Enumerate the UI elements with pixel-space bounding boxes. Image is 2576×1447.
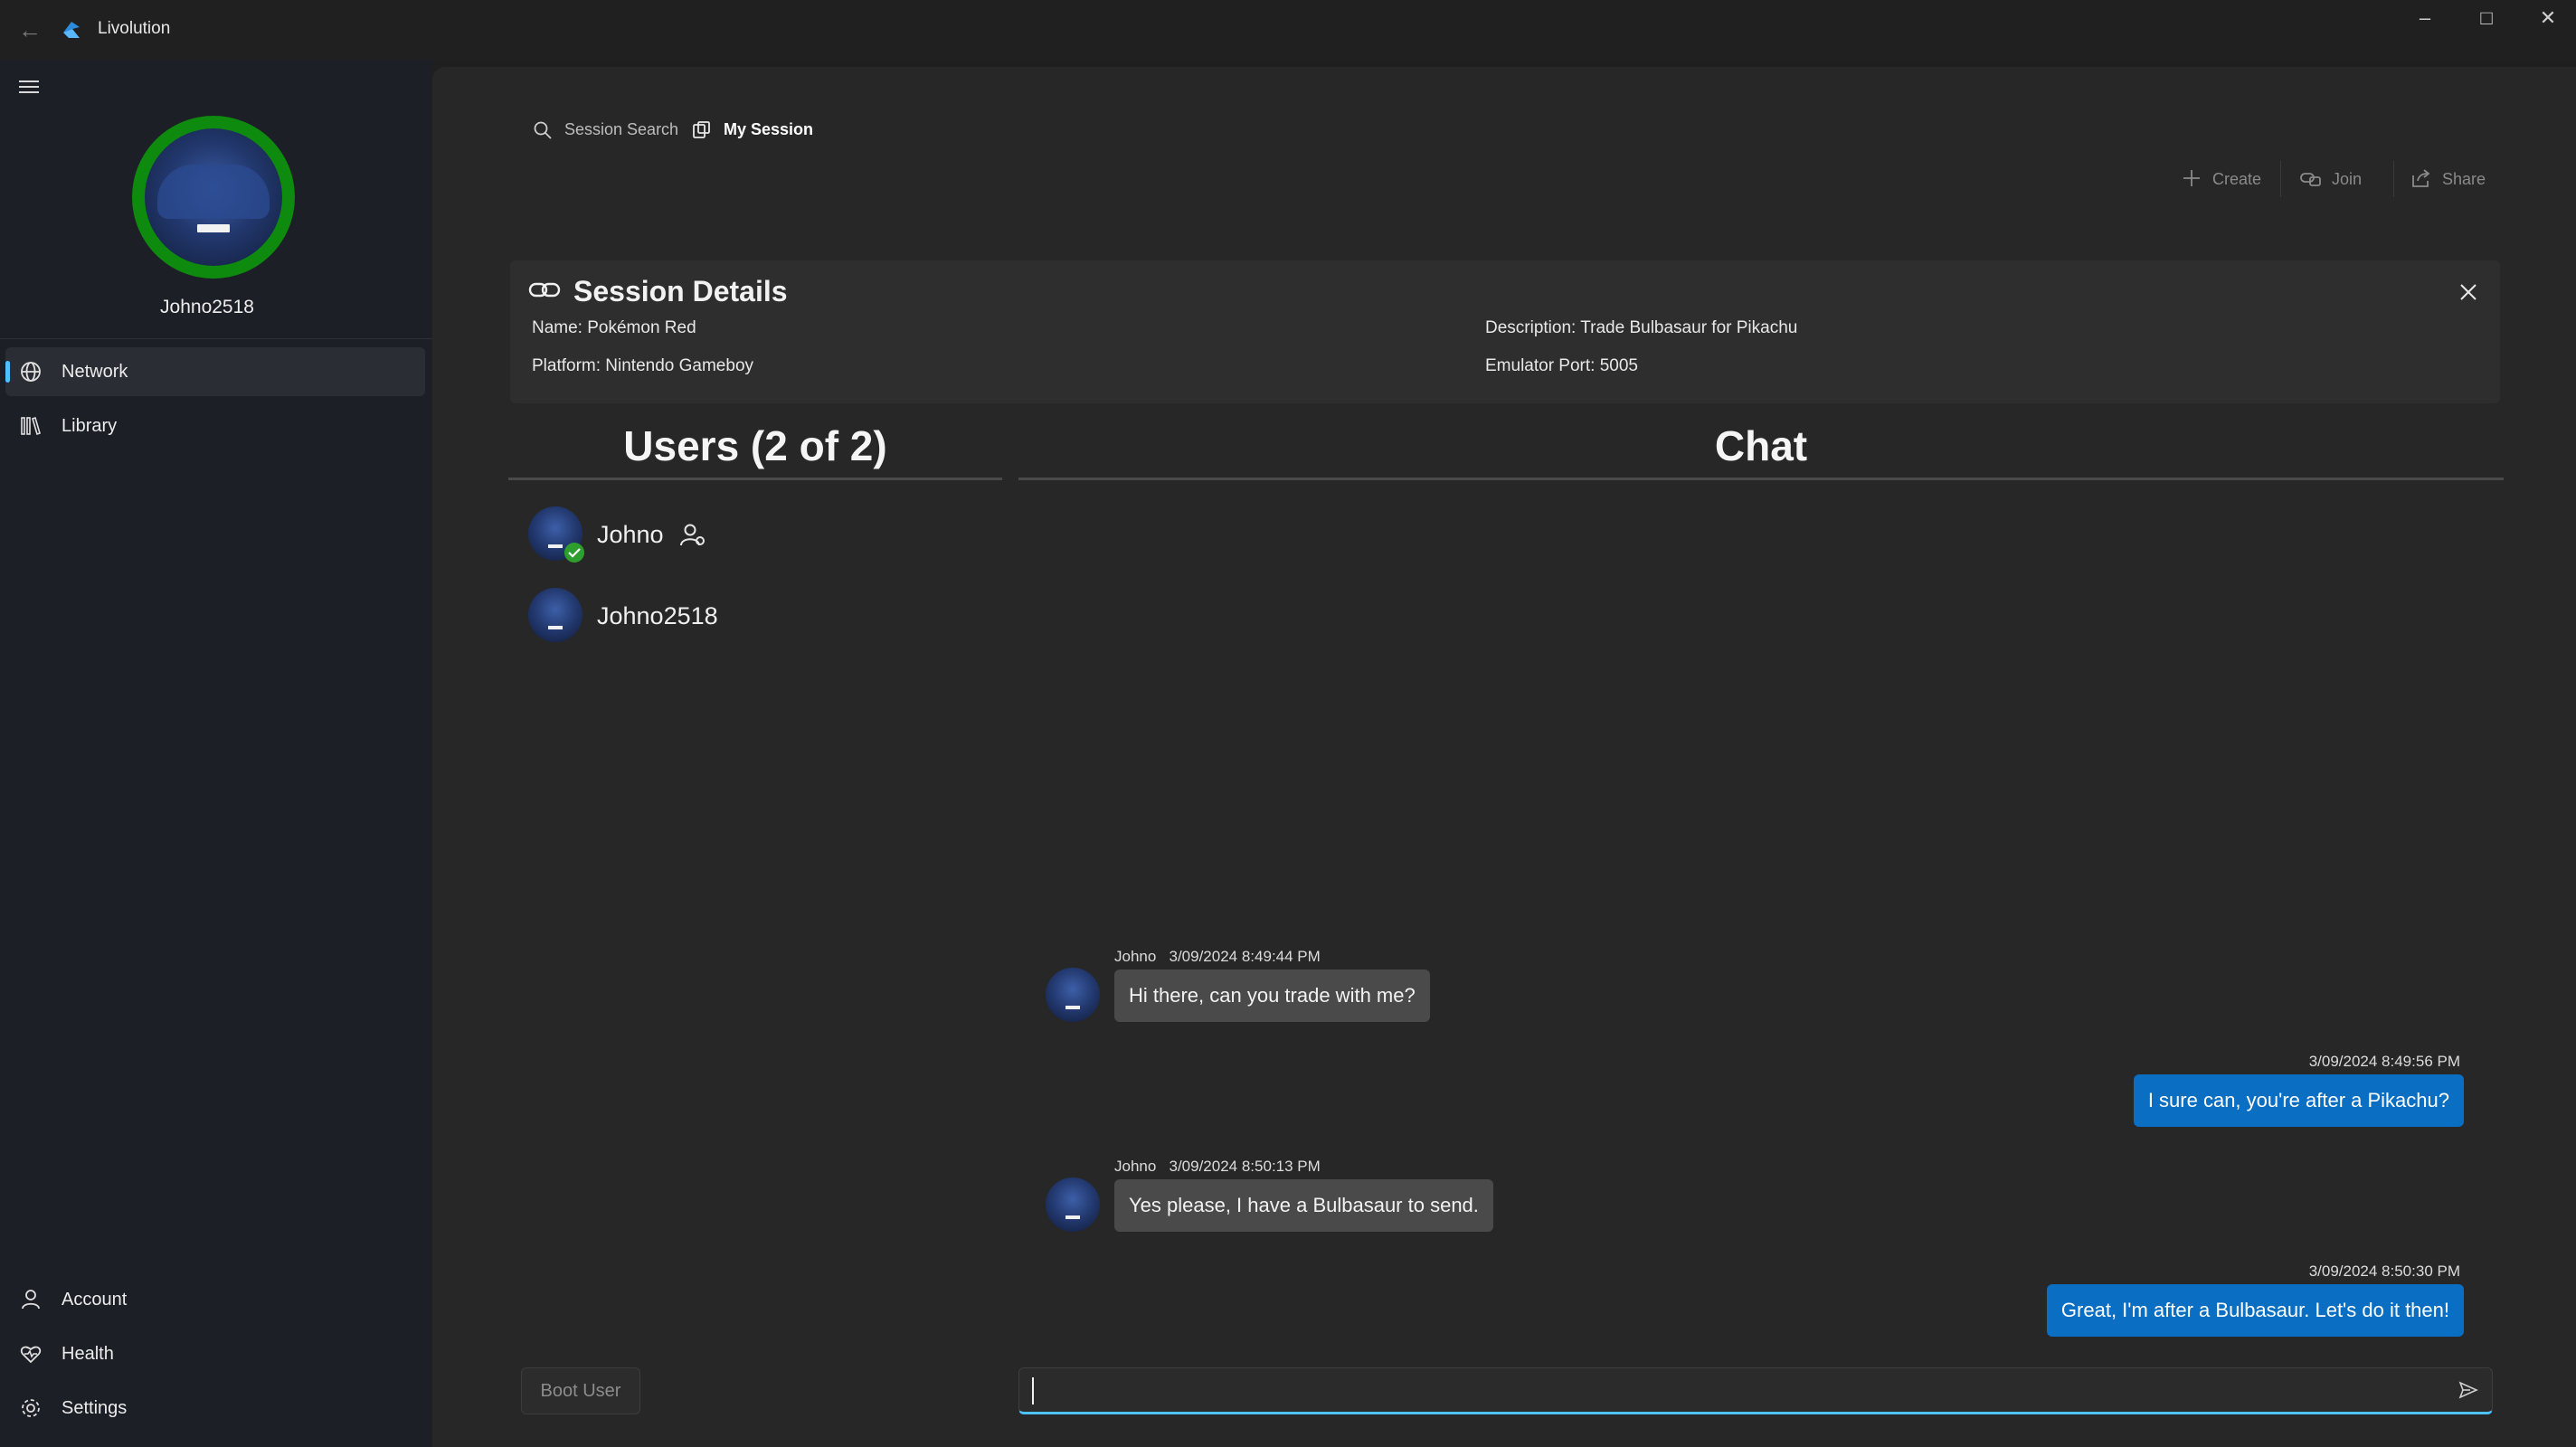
plus-icon — [2183, 170, 2200, 186]
message-sender: Johno — [1114, 948, 1157, 965]
message-meta: Johno 3/09/2024 8:50:13 PM — [1114, 1158, 1321, 1176]
avatar — [528, 588, 582, 642]
sidebar-item-label: Library — [62, 416, 118, 436]
app-logo-icon — [63, 22, 80, 38]
sidebar: Johno2518 Network Library Account Health — [0, 60, 432, 1447]
sidebar-divider — [0, 338, 432, 339]
avatar-image — [145, 128, 282, 266]
tab-label: Session Search — [564, 120, 679, 138]
session-name: Name: Pokémon Red — [532, 318, 696, 337]
message-meta: Johno 3/09/2024 8:49:44 PM — [1114, 948, 1321, 966]
tab-label: My Session — [724, 120, 814, 138]
library-icon — [21, 416, 41, 436]
title-bar: ← Livolution – □ ✕ — [0, 0, 2576, 60]
message-bubble: Great, I'm after a Bulbasaur. Let's do i… — [2046, 1284, 2464, 1337]
gear-icon — [22, 1399, 40, 1417]
back-arrow-icon[interactable]: ← — [16, 16, 43, 43]
message-time: 3/09/2024 8:49:56 PM — [2308, 1053, 2460, 1070]
profile-username: Johno2518 — [160, 297, 254, 317]
command-separator — [2280, 161, 2281, 197]
close-window-icon[interactable]: ✕ — [2516, 0, 2576, 36]
message-bubble: Yes please, I have a Bulbasaur to send. — [1114, 1179, 1493, 1232]
maximize-icon[interactable]: □ — [2455, 0, 2518, 36]
sidebar-item-health[interactable]: Health — [5, 1329, 425, 1378]
session-platform: Platform: Nintendo Gameboy — [532, 356, 754, 375]
profile-avatar[interactable] — [132, 116, 295, 279]
command-separator — [2393, 161, 2394, 197]
checkmark-icon — [564, 543, 584, 563]
chat-title: Chat — [1714, 422, 1808, 469]
sidebar-item-network[interactable]: Network — [5, 347, 425, 396]
sidebar-item-account[interactable]: Account — [5, 1275, 425, 1324]
avatar — [1046, 968, 1100, 1022]
chat-divider — [1018, 478, 2504, 480]
create-label: Create — [2212, 170, 2262, 188]
session-details-title: Session Details — [573, 275, 788, 307]
person-icon — [22, 1290, 40, 1310]
user-name: Johno — [597, 521, 664, 548]
sidebar-item-library[interactable]: Library — [5, 402, 425, 450]
users-title: Users (2 of 2) — [623, 422, 887, 469]
users-divider — [508, 478, 1002, 480]
chat-input-box[interactable] — [1018, 1367, 2493, 1414]
message-time: 3/09/2024 8:50:13 PM — [1169, 1158, 1321, 1175]
search-icon — [534, 121, 552, 139]
share-icon — [2412, 169, 2430, 187]
share-label: Share — [2442, 170, 2486, 188]
message-time: 3/09/2024 8:49:44 PM — [1169, 948, 1321, 965]
link-join-icon — [2300, 173, 2321, 186]
heart-pulse-icon — [20, 1346, 42, 1364]
sidebar-item-label: Settings — [62, 1398, 128, 1418]
link-icon — [528, 282, 561, 298]
main-content: Session Search My Session Create Join Sh… — [432, 67, 2576, 1447]
sidebar-item-settings[interactable]: Settings — [5, 1384, 425, 1433]
user-name: Johno2518 — [597, 602, 718, 629]
sidebar-item-label: Account — [62, 1290, 128, 1310]
selection-indicator — [5, 361, 10, 383]
send-icon[interactable] — [2458, 1379, 2479, 1401]
chat-input[interactable] — [1028, 1374, 2443, 1408]
session-icon — [693, 121, 710, 138]
close-icon[interactable] — [2457, 280, 2480, 304]
session-description: Description: Trade Bulbasaur for Pikachu — [1485, 318, 1798, 337]
window-title: Livolution — [98, 19, 171, 38]
sidebar-item-label: Network — [62, 362, 128, 382]
minimize-icon[interactable]: – — [2393, 0, 2457, 36]
host-user-icon — [680, 524, 705, 546]
session-port: Emulator Port: 5005 — [1485, 356, 1638, 375]
message-bubble: I sure can, you're after a Pikachu? — [2133, 1074, 2464, 1127]
session-details-panel: Session Details Name: Pokémon Red Platfo… — [510, 260, 2500, 403]
message-time: 3/09/2024 8:50:30 PM — [2308, 1263, 2460, 1280]
avatar — [1046, 1177, 1100, 1232]
boot-user-button[interactable]: Boot User — [521, 1367, 640, 1414]
join-label: Join — [2332, 170, 2363, 188]
globe-icon — [21, 362, 41, 382]
hamburger-menu-icon[interactable] — [16, 74, 42, 99]
message-sender: Johno — [1114, 1158, 1157, 1175]
sidebar-item-label: Health — [62, 1344, 114, 1364]
message-bubble: Hi there, can you trade with me? — [1114, 969, 1430, 1022]
